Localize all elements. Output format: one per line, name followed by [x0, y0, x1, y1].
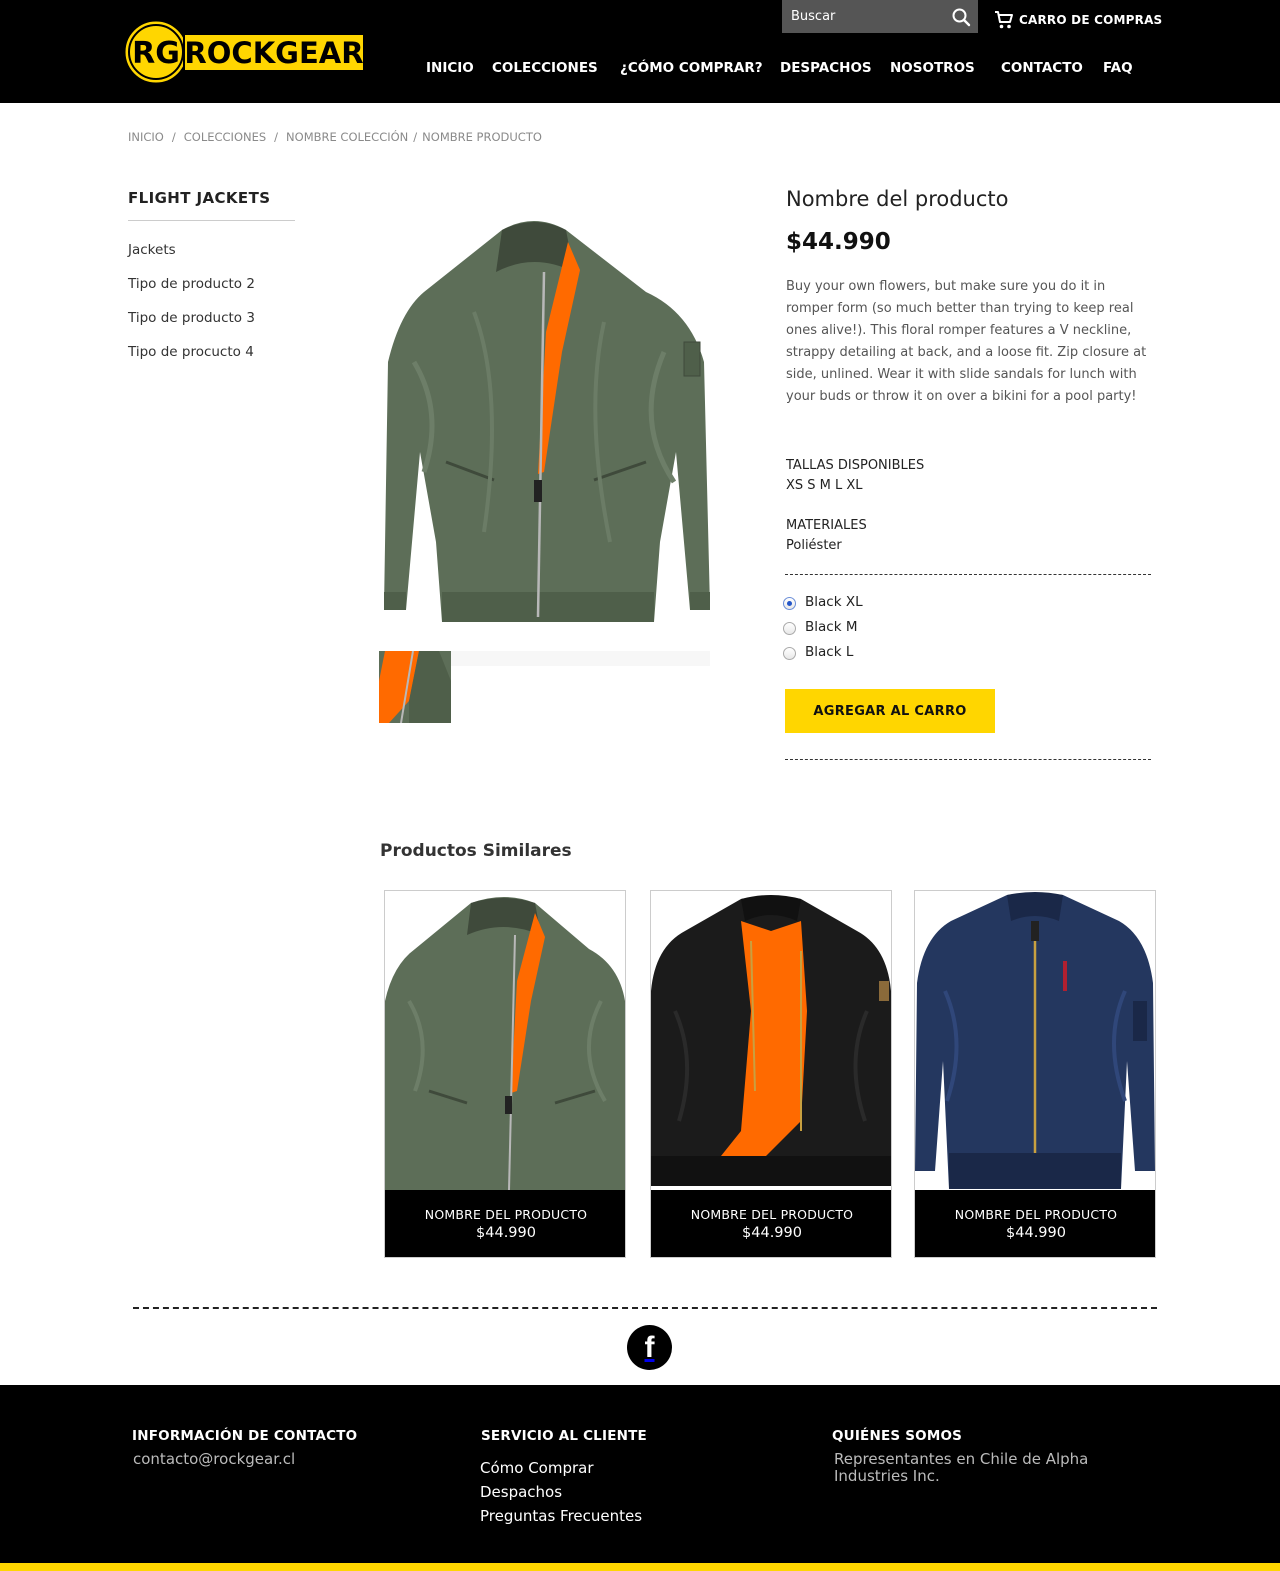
breadcrumb-separator: / [171, 130, 176, 144]
radio-button[interactable] [783, 647, 796, 660]
logo-mark-text: RG [132, 36, 180, 71]
option-black-xl[interactable]: Black XL [783, 594, 863, 610]
sidebar-item-tipo-2[interactable]: Tipo de producto 2 [128, 276, 255, 292]
breadcrumb-separator: / [413, 130, 418, 144]
sidebar-title: FLIGHT JACKETS [128, 189, 271, 207]
product-main-image[interactable] [384, 212, 710, 630]
option-label: Black M [805, 619, 858, 635]
similar-product-card[interactable]: NOMBRE DEL PRODUCTO $44.990 [650, 890, 892, 1258]
product-thumbnail[interactable] [379, 651, 451, 723]
option-label: Black L [805, 644, 854, 660]
sizes-value: XS S M L XL [786, 478, 863, 493]
search-icon[interactable] [951, 7, 971, 27]
footer-link-preguntas-frecuentes[interactable]: Preguntas Frecuentes [480, 1507, 642, 1525]
options-divider-bottom [785, 759, 1151, 760]
similar-product-caption: NOMBRE DEL PRODUCTO $44.990 [385, 1190, 625, 1257]
shopping-cart-icon [995, 11, 1013, 29]
rockgear-logo[interactable]: RG ROCKGEAR [122, 17, 366, 87]
footer-link-como-comprar[interactable]: Cómo Comprar [480, 1459, 594, 1477]
sidebar-divider [128, 220, 295, 221]
option-black-l[interactable]: Black L [783, 644, 853, 660]
similar-product-price: $44.990 [476, 1225, 536, 1241]
footer-link-despachos[interactable]: Despachos [480, 1483, 562, 1501]
option-black-m[interactable]: Black M [783, 619, 857, 635]
breadcrumb-inicio[interactable]: INICIO [128, 130, 164, 144]
add-to-cart-button[interactable]: AGREGAR AL CARRO [785, 689, 995, 733]
search-box [782, 0, 978, 33]
sidebar-item-tipo-3[interactable]: Tipo de producto 3 [128, 310, 255, 326]
radio-button-selected[interactable] [783, 597, 796, 610]
footer-contact-title: INFORMACIÓN DE CONTACTO [132, 1428, 358, 1444]
breadcrumb-current: NOMBRE PRODUCTO [422, 130, 542, 144]
breadcrumb-coleccion[interactable]: NOMBRE COLECCIÓN [286, 130, 408, 144]
breadcrumb-colecciones[interactable]: COLECCIONES [184, 130, 266, 144]
site-header: RG ROCKGEAR CARRO DE COMPRAS INICIO COLE… [0, 0, 1280, 103]
materials-label: MATERIALES [786, 518, 867, 533]
product-price: $44.990 [786, 229, 891, 255]
breadcrumb: INICIO / COLECCIONES / NOMBRE COLECCIÓN / NOMB… [128, 130, 542, 144]
sizes-label: TALLAS DISPONIBLES [786, 458, 925, 473]
breadcrumb-separator: / [274, 130, 279, 144]
cart-link[interactable]: CARRO DE COMPRAS [994, 8, 1162, 32]
similar-product-caption: NOMBRE DEL PRODUCTO $44.990 [915, 1190, 1155, 1257]
footer-about-title: QUIÉNES SOMOS [832, 1428, 963, 1444]
facebook-glyph: f [644, 1330, 655, 1364]
similar-product-caption: NOMBRE DEL PRODUCTO $44.990 [651, 1190, 891, 1257]
similar-products-title: Productos Similares [380, 841, 572, 861]
footer-accent-strip [0, 1563, 1280, 1571]
sidebar-item-tipo-4[interactable]: Tipo de procucto 4 [128, 344, 254, 360]
footer-contact-email[interactable]: contacto@rockgear.cl [133, 1451, 295, 1468]
logo-wordmark: ROCKGEAR [184, 36, 363, 70]
nav-item-contacto[interactable]: CONTACTO [1001, 60, 1083, 76]
similar-product-image[interactable] [385, 891, 625, 1190]
footer-divider [133, 1307, 1157, 1309]
nav-item-colecciones[interactable]: COLECCIONES [492, 60, 598, 76]
similar-product-card[interactable]: NOMBRE DEL PRODUCTO $44.990 [384, 890, 626, 1258]
footer-service-title: SERVICIO AL CLIENTE [481, 1428, 647, 1444]
product-name: Nombre del producto [786, 187, 1009, 211]
similar-product-name: NOMBRE DEL PRODUCTO [424, 1207, 588, 1222]
radio-button[interactable] [783, 622, 796, 635]
materials-value: Poliéster [786, 538, 842, 553]
similar-product-card[interactable]: NOMBRE DEL PRODUCTO $44.990 [914, 890, 1156, 1258]
similar-product-name: NOMBRE DEL PRODUCTO [954, 1207, 1118, 1222]
cart-label: CARRO DE COMPRAS [1019, 13, 1163, 27]
footer-about-text: Representantes en Chile de Alpha Industr… [834, 1450, 1089, 1485]
nav-item-faq[interactable]: FAQ [1103, 60, 1133, 76]
similar-product-image[interactable] [651, 891, 891, 1190]
product-description: Buy your own flowers, but make sure you … [786, 279, 1147, 404]
similar-product-price: $44.990 [742, 1225, 802, 1241]
similar-product-image[interactable] [915, 891, 1155, 1190]
options-divider-top [785, 574, 1151, 575]
similar-product-price: $44.990 [1006, 1225, 1066, 1241]
search-input[interactable] [782, 0, 932, 33]
nav-item-despachos[interactable]: DESPACHOS [780, 60, 872, 76]
facebook-icon[interactable]: f [627, 1325, 672, 1370]
nav-item-como-comprar[interactable]: ¿CÓMO COMPRAR? [620, 60, 763, 76]
similar-product-name: NOMBRE DEL PRODUCTO [690, 1207, 854, 1222]
sidebar-item-jackets[interactable]: Jackets [128, 242, 176, 258]
option-label: Black XL [805, 594, 863, 610]
nav-item-inicio[interactable]: INICIO [426, 60, 474, 76]
nav-item-nosotros[interactable]: NOSOTROS [890, 60, 975, 76]
